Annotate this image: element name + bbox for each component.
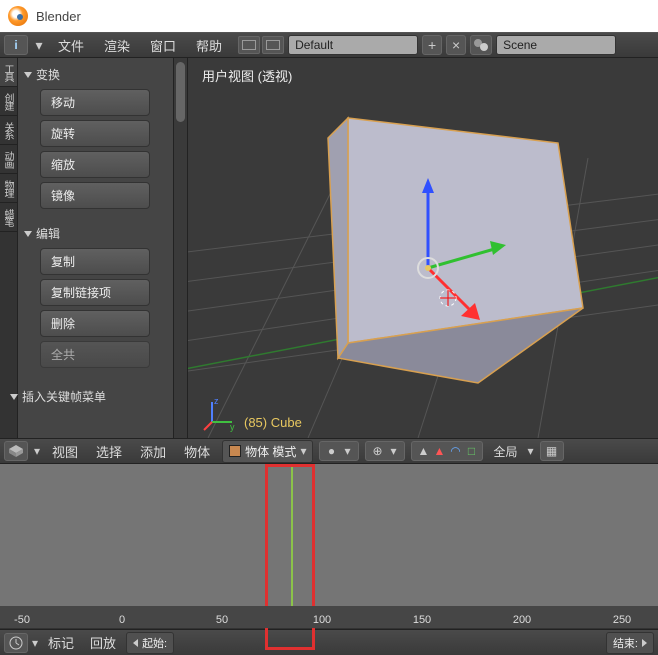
tab-physics[interactable]: 物理 (0, 174, 17, 203)
keyframe-menu-label: 插入关键帧菜单 (22, 388, 106, 405)
menu-file[interactable]: 文件 (50, 33, 92, 58)
object-mode-icon (229, 445, 241, 457)
section-edit-header[interactable]: 编辑 (22, 221, 183, 246)
add-layout-button[interactable]: + (422, 35, 442, 55)
tool-scrollbar[interactable] (173, 58, 187, 438)
screen-layout-buttons (238, 36, 284, 54)
frame-end-field[interactable]: 结束: (606, 632, 654, 654)
timeline-editor[interactable]: -50 0 50 100 150 200 250 (0, 464, 658, 629)
blender-logo-icon (8, 6, 28, 26)
tool-shelf-tabs: 工具 创建 关系 动画 物理 蜡笔 (0, 58, 18, 438)
timeline-ruler[interactable]: -50 0 50 100 150 200 250 (0, 606, 658, 628)
tick: 0 (119, 614, 125, 626)
scrollbar-thumb[interactable] (176, 62, 185, 122)
end-label: 结束: (613, 635, 638, 651)
layers-icon: ▦ (545, 444, 559, 458)
orientation-label[interactable]: 全局 (489, 443, 521, 460)
scene-browse-icon[interactable] (470, 35, 492, 55)
tab-tools[interactable]: 工具 (0, 58, 17, 87)
btn-delete[interactable]: 删除 (40, 310, 150, 337)
info-editor-icon[interactable]: i (4, 35, 28, 55)
scene-value: Scene (503, 38, 537, 52)
menu-playback[interactable]: 回放 (84, 631, 122, 654)
section-transform-header[interactable]: 变换 (22, 62, 183, 87)
tick: 100 (313, 614, 331, 626)
btn-translate[interactable]: 移动 (40, 89, 150, 116)
section-transform-label: 变换 (36, 66, 60, 83)
mode-dropdown[interactable]: 物体 模式 ▾ (222, 440, 313, 463)
screen-layout-dropdown[interactable]: Default (288, 35, 418, 55)
frame-start-field[interactable]: 起始: (126, 632, 174, 654)
scene-dropdown[interactable]: Scene (496, 35, 616, 55)
btn-mirror[interactable]: 镜像 (40, 182, 150, 209)
manipulator-scale-icon: □ (464, 444, 478, 458)
pivot-median-icon: ⊕ (370, 444, 384, 458)
btn-join[interactable]: 全共 (40, 341, 150, 368)
menu-marker[interactable]: 标记 (42, 631, 80, 654)
svg-text:y: y (230, 422, 235, 432)
tab-create[interactable]: 创建 (0, 87, 17, 116)
mode-label: 物体 模式 (245, 443, 296, 460)
manipulator-toggle-icon: ▲ (416, 444, 430, 458)
btn-scale[interactable]: 缩放 (40, 151, 150, 178)
keyframe-menu-header[interactable]: 插入关键帧菜单 (8, 384, 183, 409)
active-object-label: (85) Cube (244, 415, 302, 430)
window-titlebar: Blender (0, 0, 658, 32)
menu-view[interactable]: 视图 (46, 440, 84, 463)
timeline-editor-icon[interactable] (4, 633, 28, 653)
tab-animation[interactable]: 动画 (0, 145, 17, 174)
3d-viewport[interactable]: 用户视图 (透视) (85) Cube z y (188, 58, 658, 438)
btn-duplicate[interactable]: 复制 (40, 248, 150, 275)
pivot-buttons[interactable]: ⊕▾ (365, 441, 405, 461)
main-area: 工具 创建 关系 动画 物理 蜡笔 变换 移动 旋转 缩放 镜像 编辑 复制 复… (0, 58, 658, 438)
svg-text:z: z (214, 396, 219, 406)
app-root: i ▾ 文件 渲染 窗口 帮助 Default + × Scene 工具 创建 … (0, 32, 658, 655)
screen-layout-value: Default (295, 38, 333, 52)
info-header: i ▾ 文件 渲染 窗口 帮助 Default + × Scene (0, 32, 658, 58)
viewport-label: 用户视图 (透视) (202, 66, 292, 85)
disclosure-triangle-icon (10, 394, 18, 400)
layers-buttons[interactable]: ▦ (540, 441, 564, 461)
manipulator-translate-icon: ▲ (432, 444, 446, 458)
disclosure-triangle-icon (24, 72, 32, 78)
layout-browse-icon[interactable] (238, 36, 260, 54)
axis-widget-icon: z y (202, 396, 238, 432)
menu-object[interactable]: 物体 (178, 440, 216, 463)
disclosure-triangle-icon (24, 231, 32, 237)
menu-render[interactable]: 渲染 (96, 33, 138, 58)
manipulator-buttons[interactable]: ▲ ▲ ◠ □ (411, 441, 483, 461)
tick: -50 (14, 614, 30, 626)
menu-select[interactable]: 选择 (90, 440, 128, 463)
start-label: 起始: (142, 635, 167, 651)
viewport-canvas (188, 58, 658, 438)
layout-browse-icon-2[interactable] (262, 36, 284, 54)
cube-mesh (328, 118, 583, 383)
tick: 150 (413, 614, 431, 626)
tick: 250 (613, 614, 631, 626)
tick: 200 (513, 614, 531, 626)
section-edit-label: 编辑 (36, 225, 60, 242)
btn-duplicate-linked[interactable]: 复制链接项 (40, 279, 150, 306)
tool-shelf: 变换 移动 旋转 缩放 镜像 编辑 复制 复制链接项 删除 全共 插入关键帧菜单 (18, 58, 188, 438)
3d-view-header: ▾ 视图 选择 添加 物体 物体 模式 ▾ ●▾ ⊕▾ ▲ ▲ ◠ □ 全局 ▾… (0, 438, 658, 464)
decrement-icon[interactable] (133, 639, 138, 647)
shading-solid-icon: ● (324, 444, 338, 458)
window-title: Blender (36, 9, 81, 24)
3d-cursor-icon (440, 290, 456, 306)
timeline-header: ▾ 标记 回放 起始: 结束: (0, 629, 658, 655)
tab-grease[interactable]: 蜡笔 (0, 203, 17, 232)
editor-type-dropdown-icon[interactable]: ▾ (32, 35, 46, 55)
tick: 50 (216, 614, 228, 626)
menu-window[interactable]: 窗口 (142, 33, 184, 58)
menu-help[interactable]: 帮助 (188, 33, 230, 58)
increment-icon[interactable] (642, 639, 647, 647)
3d-editor-icon[interactable] (4, 441, 28, 461)
shading-mode-buttons[interactable]: ●▾ (319, 441, 359, 461)
remove-layout-button[interactable]: × (446, 35, 466, 55)
btn-rotate[interactable]: 旋转 (40, 120, 150, 147)
manipulator-rotate-icon: ◠ (448, 444, 462, 458)
tab-relations[interactable]: 关系 (0, 116, 17, 145)
menu-add[interactable]: 添加 (134, 440, 172, 463)
